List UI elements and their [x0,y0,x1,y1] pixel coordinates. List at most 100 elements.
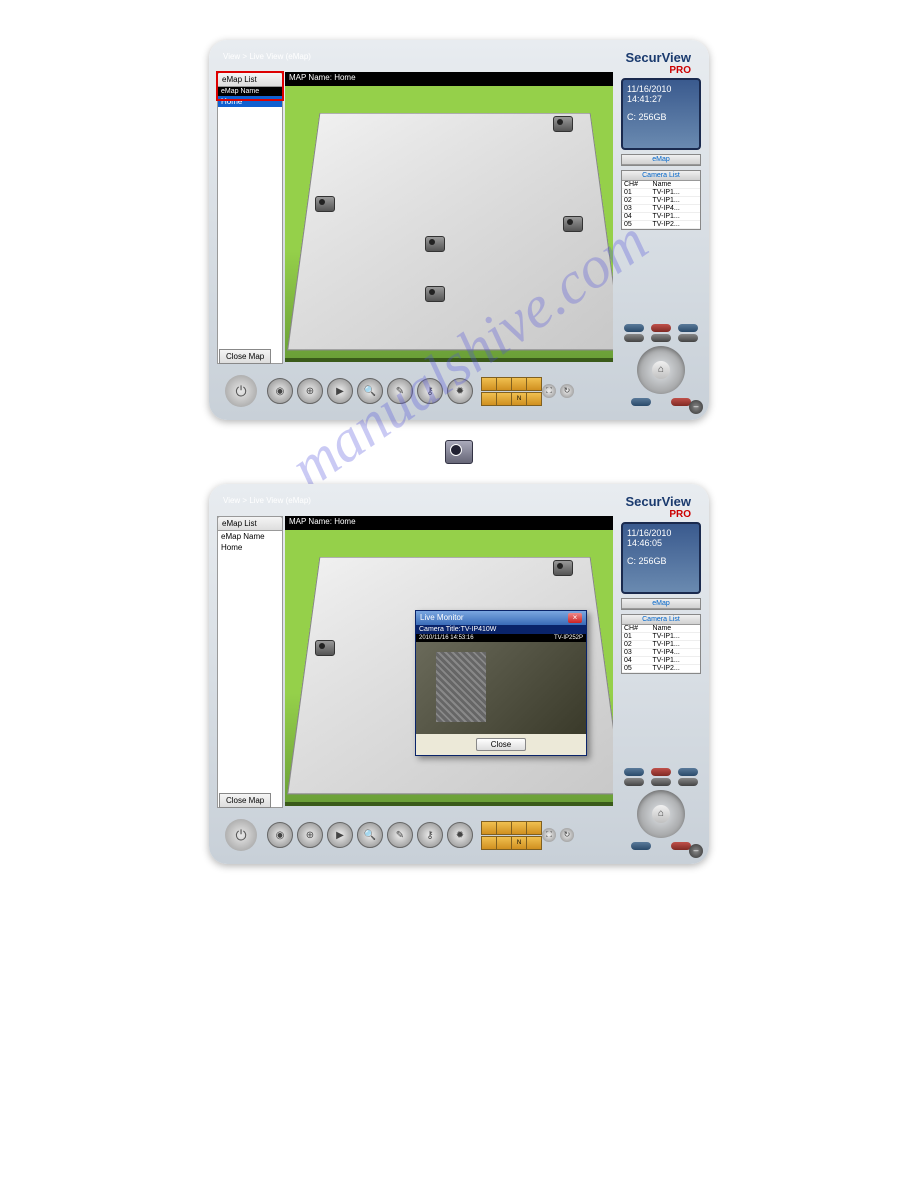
patrol-button[interactable] [631,842,651,850]
sidebar-item-home[interactable]: Home [218,96,282,107]
patrol-button[interactable] [631,398,651,406]
forward-button[interactable] [678,778,698,786]
live-video [416,642,586,734]
lcd-date: 11/16/2010 [627,528,695,538]
camera-row[interactable]: 03TV-IP4... [622,649,700,657]
lcd-display: 11/16/2010 14:41:27 C: 256GB [621,78,701,150]
cycle-button[interactable]: ↻ [560,384,574,398]
camera-marker[interactable] [425,286,445,302]
camera-row[interactable]: 05TV-IP2... [622,665,700,673]
sidebar-item-home[interactable]: Home [218,542,282,553]
popup-titlebar[interactable]: Live Monitor× [416,611,586,625]
emap-list-tab[interactable]: eMap List [217,516,283,531]
camera-row[interactable]: 05TV-IP2... [622,221,700,229]
map-viewport[interactable] [285,86,613,362]
map-name-label: MAP Name: Home [285,72,613,86]
camera-row[interactable]: 04TV-IP1... [622,213,700,221]
camera-row[interactable]: 02TV-IP1... [622,197,700,205]
camera-marker[interactable] [315,640,335,656]
camera-row[interactable]: 03TV-IP4... [622,205,700,213]
lock-button[interactable]: ⚷ [417,822,443,848]
vol-button[interactable] [678,768,698,776]
layout-grid[interactable]: N [481,821,540,850]
delete-button[interactable] [651,324,671,332]
rewind-button[interactable] [624,778,644,786]
edit-button[interactable]: ✎ [387,378,413,404]
set-button[interactable] [624,768,644,776]
live-monitor-popup: Live Monitor× Camera Title:TV-IP410W 201… [415,610,587,756]
ptz-controls [621,766,701,854]
camera-list-panel: Camera List CH#Name 01TV-IP1... 02TV-IP1… [621,614,701,674]
search-button[interactable]: 🔍 [357,378,383,404]
close-icon[interactable]: × [568,613,582,623]
search-button[interactable]: 🔍 [357,822,383,848]
ptz-joystick[interactable] [637,790,685,838]
power-button[interactable]: ⏻ [225,375,257,407]
camera-row[interactable]: 04TV-IP1... [622,657,700,665]
minimize-icon[interactable]: – [689,400,703,414]
camera-icon [445,440,473,464]
fullscreen-button[interactable]: ⛶ [542,384,556,398]
record-button[interactable]: ◉ [267,378,293,404]
pause-button[interactable] [651,778,671,786]
stop-button[interactable] [671,398,691,406]
record-button[interactable]: ◉ [267,822,293,848]
lcd-time: 14:41:27 [627,94,695,104]
delete-button[interactable] [651,768,671,776]
lcd-date: 11/16/2010 [627,84,695,94]
schedule-button[interactable]: ⊕ [297,822,323,848]
close-map-button[interactable]: Close Map [219,349,271,364]
settings-button[interactable]: ✹ [447,378,473,404]
camera-marker[interactable] [553,116,573,132]
map-viewport[interactable]: Live Monitor× Camera Title:TV-IP410W 201… [285,530,613,806]
forward-button[interactable] [678,334,698,342]
camera-row[interactable]: 01TV-IP1... [622,189,700,197]
popup-close-button[interactable]: Close [476,738,526,751]
right-panel: 11/16/2010 14:46:05 C: 256GB eMap Camera… [621,522,701,854]
lcd-display: 11/16/2010 14:46:05 C: 256GB [621,522,701,594]
breadcrumb: View > Live View (eMap) [223,496,311,505]
emap-list-tab[interactable]: eMap List [217,72,283,87]
camera-list-panel: Camera List CH#Name 01TV-IP1... 02TV-IP1… [621,170,701,230]
lcd-storage: C: 256GB [627,556,695,566]
right-panel: 11/16/2010 14:41:27 C: 256GB eMap Camera… [621,78,701,410]
play-button[interactable]: ▶ [327,378,353,404]
set-button[interactable] [624,324,644,332]
rewind-button[interactable] [624,334,644,342]
close-map-button[interactable]: Close Map [219,793,271,808]
lcd-time: 14:46:05 [627,538,695,548]
breadcrumb: View > Live View (eMap) [223,52,311,61]
camera-marker[interactable] [425,236,445,252]
play-button[interactable]: ▶ [327,822,353,848]
fullscreen-button[interactable]: ⛶ [542,828,556,842]
camera-marker[interactable] [315,196,335,212]
stop-button[interactable] [671,842,691,850]
vol-button[interactable] [678,324,698,332]
sidebar-header: eMap Name [218,531,282,542]
edit-button[interactable]: ✎ [387,822,413,848]
sidebar-header: eMap Name [218,87,282,96]
emap-panel: eMap [621,154,701,166]
layout-grid[interactable]: N [481,377,540,406]
cycle-button[interactable]: ↻ [560,828,574,842]
bottom-toolbar: ⏻ ◉ ⊕ ▶ 🔍 ✎ ⚷ ✹ N ⛶ ↻ [217,370,613,412]
camera-row[interactable]: 02TV-IP1... [622,641,700,649]
camera-row[interactable]: 01TV-IP1... [622,633,700,641]
camera-status-bar: 2010/11/16 14:53:16TV-IP252P [416,634,586,642]
minimize-icon[interactable]: – [689,844,703,858]
camera-marker[interactable] [563,216,583,232]
lock-button[interactable]: ⚷ [417,378,443,404]
emap-panel: eMap [621,598,701,610]
camera-title-label: Camera Title:TV-IP410W [416,625,586,634]
brand-logo: SecurViewPRO [625,494,691,520]
ptz-joystick[interactable] [637,346,685,394]
brand-logo: SecurViewPRO [625,50,691,76]
settings-button[interactable]: ✹ [447,822,473,848]
map-name-label: MAP Name: Home [285,516,613,530]
power-button[interactable]: ⏻ [225,819,257,851]
securview-window-1: View > Live View (eMap) SecurViewPRO eMa… [209,40,709,420]
schedule-button[interactable]: ⊕ [297,378,323,404]
ptz-controls [621,322,701,410]
camera-marker[interactable] [553,560,573,576]
pause-button[interactable] [651,334,671,342]
